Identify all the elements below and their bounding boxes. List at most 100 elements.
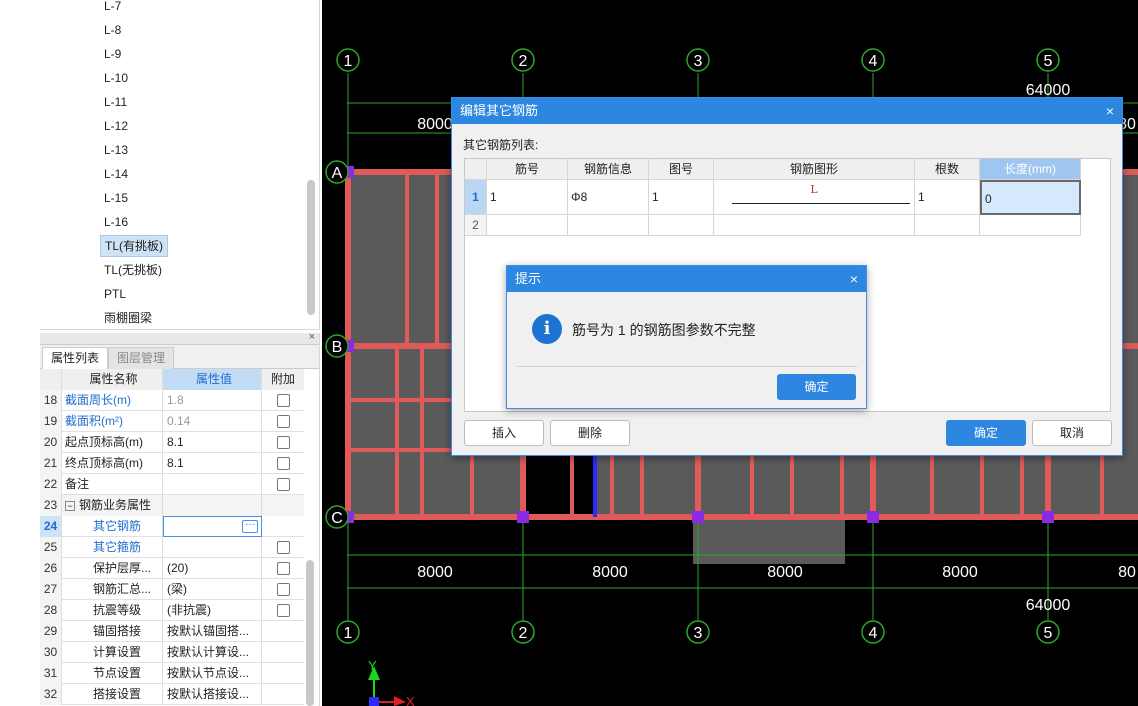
property-row[interactable]: 28 抗震等级 (非抗震) [40, 600, 304, 621]
property-value[interactable]: 按默认锚固搭... [163, 621, 262, 642]
tab-property-list[interactable]: 属性列表 [42, 347, 109, 369]
grid-column-header[interactable]: 钢筋信息 [568, 159, 649, 180]
dialog-ok-button[interactable]: 确定 [946, 420, 1026, 446]
grid-cell[interactable] [915, 215, 980, 236]
property-value[interactable]: ··· [163, 516, 262, 537]
property-row[interactable]: 29 锚固搭接 按默认锚固搭... [40, 621, 304, 642]
extra-checkbox[interactable] [276, 583, 290, 597]
property-extra [262, 537, 304, 558]
property-value[interactable]: (20) [163, 558, 262, 579]
grid-column-header[interactable]: 筋号 [487, 159, 568, 180]
ellipsis-button[interactable]: ··· [242, 520, 258, 533]
extra-checkbox[interactable] [276, 562, 290, 576]
tree-item[interactable]: L-7 [100, 0, 125, 17]
tree-item[interactable]: 雨棚圈梁 [100, 307, 156, 329]
extra-checkbox[interactable] [276, 541, 290, 555]
tree-item[interactable]: L-15 [100, 187, 132, 209]
dialog-cancel-button[interactable]: 取消 [1032, 420, 1112, 446]
property-row[interactable]: 20 起点顶标高(m) 8.1 [40, 432, 304, 453]
grid-row-number[interactable]: 1 [465, 180, 487, 215]
tree-item[interactable]: TL(有挑板) [100, 235, 168, 257]
property-value[interactable]: 8.1 [163, 453, 262, 474]
grid-cell[interactable] [714, 215, 915, 236]
property-value[interactable]: 按默认计算设... [163, 642, 262, 663]
extra-checkbox[interactable] [276, 604, 290, 618]
property-name-text: 钢筋汇总... [93, 582, 152, 596]
property-row[interactable]: 30 计算设置 按默认计算设... [40, 642, 304, 663]
tree-item[interactable]: L-8 [100, 19, 125, 41]
grid-cell[interactable] [568, 215, 649, 236]
property-row[interactable]: 32 搭接设置 按默认搭接设... [40, 684, 304, 705]
property-row[interactable]: 25 其它箍筋 [40, 537, 304, 558]
alert-close-icon[interactable]: × [850, 266, 858, 292]
column-marker [692, 511, 704, 523]
grid-cell[interactable]: 1 [487, 180, 568, 215]
grid-column-header[interactable]: 图号 [649, 159, 714, 180]
grid-cell[interactable]: 1 [649, 180, 714, 215]
grid-cell[interactable]: 0 [980, 180, 1081, 215]
property-row[interactable]: 21 终点顶标高(m) 8.1 [40, 453, 304, 474]
grid-column-header[interactable]: 钢筋图形 [714, 159, 915, 180]
grid-cell[interactable]: Φ8 [568, 180, 649, 215]
dimension-label: 8000 [942, 564, 978, 581]
delete-button[interactable]: 删除 [550, 420, 630, 446]
property-value[interactable]: (非抗震) [163, 600, 262, 621]
property-row[interactable]: 23− 钢筋业务属性 [40, 495, 304, 516]
grid-cell[interactable] [980, 215, 1081, 236]
tree-item[interactable]: L-9 [100, 43, 125, 65]
property-value[interactable]: (梁) [163, 579, 262, 600]
property-value[interactable] [163, 495, 262, 516]
property-row[interactable]: 22 备注 [40, 474, 304, 495]
property-table-header: 属性名称 属性值 附加 [40, 369, 304, 390]
tree-item[interactable]: L-14 [100, 163, 132, 185]
collapse-icon[interactable]: − [65, 500, 75, 511]
property-row[interactable]: 27 钢筋汇总... (梁) [40, 579, 304, 600]
property-name: 保护层厚... [62, 558, 163, 579]
extra-checkbox[interactable] [276, 478, 290, 492]
extra-checkbox[interactable] [276, 436, 290, 450]
extra-checkbox[interactable] [276, 415, 290, 429]
property-value[interactable]: 1.8 [163, 390, 262, 411]
tree-item[interactable]: TL(无挑板) [100, 259, 166, 281]
axis-number-label: 1 [344, 53, 353, 70]
property-name: − 钢筋业务属性 [62, 495, 163, 516]
tree-item[interactable]: PTL [100, 283, 130, 305]
tree-scrollbar[interactable] [307, 180, 315, 315]
property-value[interactable]: 0.14 [163, 411, 262, 432]
property-value[interactable] [163, 537, 262, 558]
tab-layer-manager[interactable]: 图层管理 [108, 347, 175, 369]
extra-checkbox[interactable] [276, 394, 290, 408]
property-row[interactable]: 18 截面周长(m) 1.8 [40, 390, 304, 411]
grid-column-header[interactable]: 长度(mm) [980, 159, 1081, 180]
grid-cell[interactable] [649, 215, 714, 236]
property-row[interactable]: 19 截面积(m²) 0.14 [40, 411, 304, 432]
axis-number-label: 2 [519, 53, 528, 70]
property-row[interactable]: 26 保护层厚... (20) [40, 558, 304, 579]
property-row[interactable]: 31 节点设置 按默认节点设... [40, 663, 304, 684]
tree-item[interactable]: L-16 [100, 211, 132, 233]
grid-column-header[interactable]: 根数 [915, 159, 980, 180]
extra-checkbox[interactable] [276, 457, 290, 471]
grid-cell[interactable] [487, 215, 568, 236]
grid-cell[interactable]: 1 [915, 180, 980, 215]
axis-number-label: 3 [694, 625, 703, 642]
grid-row-number[interactable]: 2 [465, 215, 487, 236]
row-number: 26 [40, 558, 62, 579]
tree-item[interactable]: L-12 [100, 115, 132, 137]
property-scrollbar[interactable] [306, 560, 314, 706]
insert-button[interactable]: 插入 [464, 420, 544, 446]
property-value[interactable]: 按默认搭接设... [163, 684, 262, 705]
property-row[interactable]: 24 其它钢筋 ··· [40, 516, 304, 537]
alert-dialog: 提示 × i 筋号为 1 的钢筋图参数不完整 确定 [506, 265, 867, 409]
tree-item[interactable]: L-10 [100, 67, 132, 89]
alert-ok-button[interactable]: 确定 [777, 374, 856, 400]
property-value[interactable] [163, 474, 262, 495]
dialog-close-icon[interactable]: × [1106, 98, 1114, 124]
rebar-shape-cell[interactable]: L [714, 180, 915, 215]
tree-item[interactable]: L-11 [100, 91, 131, 113]
property-value[interactable]: 8.1 [163, 432, 262, 453]
property-value-text: (20) [167, 561, 189, 575]
tree-item[interactable]: L-13 [100, 139, 132, 161]
property-value[interactable]: 按默认节点设... [163, 663, 262, 684]
panel-close-icon[interactable]: × [309, 331, 315, 343]
